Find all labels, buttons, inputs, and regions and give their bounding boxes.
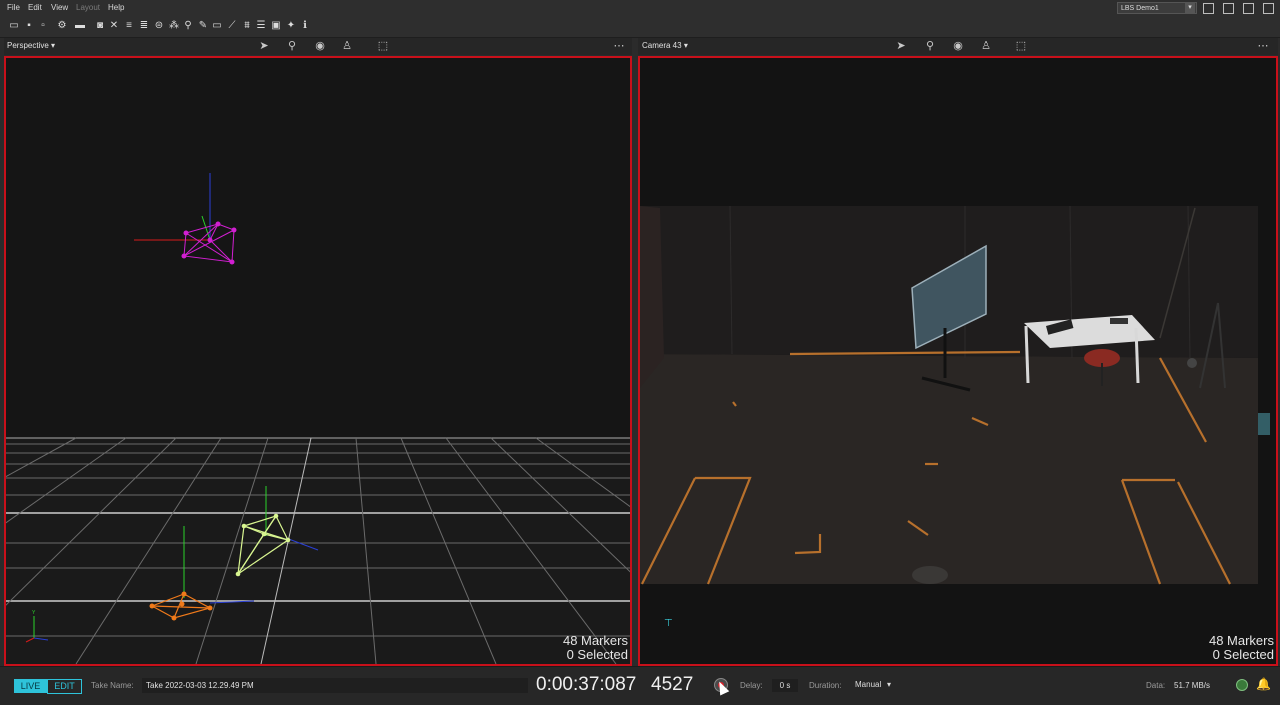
visibility-icon[interactable]: ◉ xyxy=(313,39,327,53)
marker-count: 48 Markers xyxy=(1208,633,1274,648)
link-icon[interactable]: ⚲ xyxy=(182,20,194,32)
table-icon[interactable]: ☰ xyxy=(255,20,267,32)
axis-y-label: Y xyxy=(32,610,36,616)
frame-select-icon[interactable]: ⬚ xyxy=(1014,39,1028,53)
zoom-tool-icon[interactable]: ⚲ xyxy=(285,39,299,53)
network-status-icon[interactable] xyxy=(1236,679,1248,691)
perspective-view-header: Perspective ▾ ➤ ⚲ ◉ ♙ ⬚ ⋯ xyxy=(4,38,632,55)
select-tool-icon[interactable]: ➤ xyxy=(894,39,908,53)
ground-grid xyxy=(6,437,630,664)
menu-layout[interactable]: Layout xyxy=(76,3,100,12)
camera-icon[interactable]: ◙ xyxy=(94,20,106,32)
live-mode-button[interactable]: LIVE xyxy=(14,679,47,693)
chevron-down-icon: ▾ xyxy=(1185,3,1195,13)
frame-counter: 4527 xyxy=(651,674,694,695)
cursor-y-marker: ⊤ xyxy=(664,618,673,629)
panel-icon[interactable]: ▬ xyxy=(74,20,86,32)
data-rate-value: 51.7 MB/s xyxy=(1174,681,1211,690)
zoom-tool-icon[interactable]: ⚲ xyxy=(923,39,937,53)
edit-mode-button[interactable]: EDIT xyxy=(47,679,82,694)
chevron-down-icon: ▾ xyxy=(887,680,892,689)
chevron-down-icon: ▾ xyxy=(51,41,56,50)
star-icon[interactable]: ✦ xyxy=(285,20,297,32)
view-title[interactable]: Perspective ▾ xyxy=(7,41,55,50)
duration-dropdown[interactable]: Manual ▾ xyxy=(853,678,897,692)
take-name-label: Take Name: xyxy=(91,681,134,690)
camera-viewport[interactable]: ⊤ 48 Markers 0 Selected xyxy=(638,56,1278,666)
graph-icon[interactable]: ⁂ xyxy=(168,20,180,32)
menu-edit[interactable]: Edit xyxy=(28,3,42,12)
marker-stats: 48 Markers 0 Selected xyxy=(563,634,628,662)
camera-view-header: Camera 43 ▾ ➤ ⚲ ◉ ♙ ⬚ ⋯ xyxy=(638,38,1278,55)
selected-count: 0 Selected xyxy=(1212,647,1274,662)
control-deck: LIVE EDIT Take Name: Take 2022-03-03 12.… xyxy=(0,666,1280,705)
duration-value: Manual xyxy=(855,680,882,689)
open-folder-icon[interactable]: ▭ xyxy=(8,20,20,32)
selected-count: 0 Selected xyxy=(566,647,628,662)
visibility-icon[interactable]: ◉ xyxy=(951,39,965,53)
delay-label: Delay: xyxy=(740,681,763,690)
take-name-input[interactable]: Take 2022-03-03 12.29.49 PM xyxy=(142,678,528,693)
calibrate-icon[interactable]: ✎ xyxy=(197,20,209,32)
layers-icon[interactable]: ✕ xyxy=(108,20,120,32)
select-tool-icon[interactable]: ➤ xyxy=(257,39,271,53)
main-toolbar: ▭ ▪ ▫ ⚙ ▬ ◙ ✕ ≡ ≣ ⊜ ⁂ ⚲ ✎ ▭ ⟋ ⩩ ☰ ▣ ✦ ℹ xyxy=(0,17,1280,38)
info-icon[interactable]: ℹ xyxy=(299,20,311,32)
settings-icon[interactable]: ⚙ xyxy=(56,20,68,32)
delay-input[interactable]: 0 s xyxy=(772,679,798,692)
data-label: Data: xyxy=(1146,681,1166,690)
save-as-icon[interactable]: ▫ xyxy=(37,20,49,32)
user-icon[interactable]: ♙ xyxy=(340,39,354,53)
view-title-text: Perspective xyxy=(7,41,49,50)
view-title-text: Camera 43 xyxy=(642,41,682,50)
chevron-down-icon: ▾ xyxy=(683,41,688,50)
plot-icon[interactable]: ⟋ xyxy=(226,20,238,32)
duration-label: Duration: xyxy=(809,681,842,690)
profile-value: LBS Demo1 xyxy=(1121,5,1159,12)
more-icon[interactable]: ⋯ xyxy=(1256,39,1270,53)
layout-icon[interactable] xyxy=(1203,3,1214,14)
wave-icon[interactable]: ▭ xyxy=(211,20,223,32)
marker-count: 48 Markers xyxy=(562,633,628,648)
profile-dropdown[interactable]: LBS Demo1 ▾ xyxy=(1117,2,1197,14)
save-icon[interactable]: ▪ xyxy=(23,20,35,32)
export-icon[interactable] xyxy=(1223,3,1234,14)
view-title[interactable]: Camera 43 ▾ xyxy=(642,41,688,50)
camera-video-frame xyxy=(640,58,1276,664)
menu-help[interactable]: Help xyxy=(108,3,124,12)
notification-bell-icon[interactable]: 🔔 xyxy=(1256,677,1271,691)
perspective-viewport[interactable]: Y 48 Markers 0 Selected xyxy=(4,56,632,666)
frame-select-icon[interactable]: ⬚ xyxy=(376,39,390,53)
id-icon[interactable]: ▣ xyxy=(270,20,282,32)
rigid-body-magenta xyxy=(134,173,237,265)
timecode-display: 0:00:37:087 xyxy=(536,674,637,695)
user-icon[interactable]: ♙ xyxy=(979,39,993,53)
list-icon[interactable]: ⩩ xyxy=(241,20,253,32)
more-icon[interactable]: ⋯ xyxy=(612,39,626,53)
marker-stats: 48 Markers 0 Selected xyxy=(1209,634,1274,662)
scene-3d xyxy=(6,173,630,664)
menu-view[interactable]: View xyxy=(51,3,68,12)
notes-icon[interactable] xyxy=(1263,3,1274,14)
database-icon[interactable]: ≡ xyxy=(123,20,135,32)
stack-icon[interactable]: ≣ xyxy=(138,20,150,32)
sync-icon[interactable]: ⊜ xyxy=(153,20,165,32)
camera-capture-icon[interactable] xyxy=(1243,3,1254,14)
menu-bar: File Edit View Layout Help LBS Demo1 ▾ xyxy=(0,0,1280,17)
menu-file[interactable]: File xyxy=(7,3,20,12)
